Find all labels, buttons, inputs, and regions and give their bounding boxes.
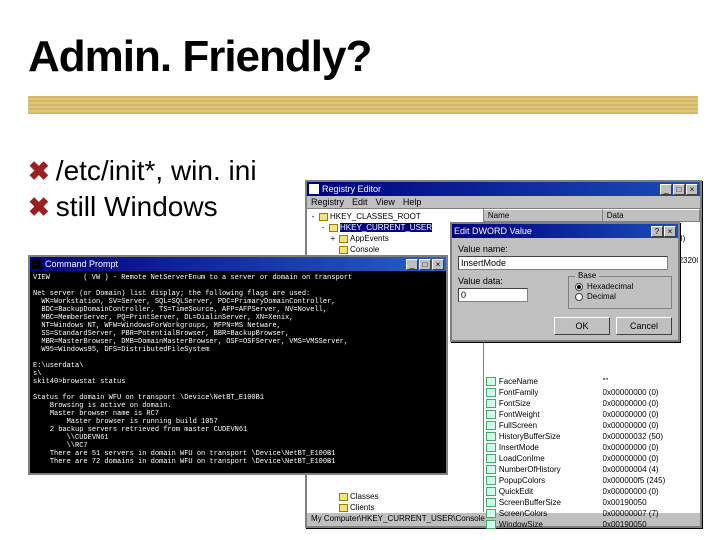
registry-menubar[interactable]: Registry Edit View Help: [307, 196, 700, 209]
dialog-title: Edit DWORD Value: [454, 226, 532, 236]
cmd-icon: [32, 259, 42, 269]
close-button[interactable]: ×: [432, 259, 444, 270]
menu-registry[interactable]: Registry: [311, 197, 344, 207]
value-name-label: Value name:: [458, 244, 672, 254]
cancel-button[interactable]: Cancel: [616, 317, 672, 335]
value-row[interactable]: ScreenBufferSize0x00190050: [484, 497, 700, 508]
minimize-button[interactable]: _: [406, 259, 418, 270]
list-header[interactable]: Name Data: [484, 209, 700, 222]
value-data-input[interactable]: 0: [458, 288, 528, 302]
cmd-titlebar[interactable]: Command Prompt _ □ ×: [30, 257, 446, 271]
col-data[interactable]: Data: [603, 209, 700, 221]
radio-dot-icon: [575, 293, 583, 301]
value-row[interactable]: QuickEdit0x00000000 (0): [484, 486, 700, 497]
app-icon: [309, 184, 319, 194]
value-row[interactable]: HistoryBufferSize0x00000032 (50): [484, 431, 700, 442]
maximize-button[interactable]: □: [673, 184, 685, 195]
bullet-item: ✖ /etc/init*, win. ini: [28, 155, 257, 187]
bullet-text: /etc/init*, win. ini: [56, 155, 257, 187]
menu-help[interactable]: Help: [403, 197, 422, 207]
value-row[interactable]: FullScreen0x00000000 (0): [484, 420, 700, 431]
menu-view[interactable]: View: [376, 197, 395, 207]
close-button[interactable]: ×: [686, 184, 698, 195]
value-row[interactable]: PopupColors0x000000f5 (245): [484, 475, 700, 486]
menu-edit[interactable]: Edit: [352, 197, 368, 207]
value-row[interactable]: WindowSize0x00190050: [484, 519, 700, 530]
tree-node[interactable]: Clients: [309, 502, 481, 512]
title-underline: [28, 96, 698, 114]
cmd-title: Command Prompt: [45, 259, 118, 269]
base-group: Base Hexadecimal Decimal: [568, 276, 672, 309]
value-row[interactable]: InsertMode0x00000000 (0): [484, 442, 700, 453]
radio-hexadecimal[interactable]: Hexadecimal: [575, 282, 665, 291]
bullet-item: ✖ still Windows: [28, 191, 257, 223]
col-name[interactable]: Name: [484, 209, 603, 221]
tree-node[interactable]: -HKEY_CLASSES_ROOT: [309, 211, 481, 222]
ok-button[interactable]: OK: [554, 317, 610, 335]
value-row[interactable]: FontWeight0x00000000 (0): [484, 409, 700, 420]
dialog-titlebar[interactable]: Edit DWORD Value ? ×: [452, 224, 678, 238]
value-row[interactable]: FontFamily0x00000000 (0): [484, 387, 700, 398]
value-row[interactable]: ScreenColors0x00000007 (7): [484, 508, 700, 519]
edit-dword-dialog[interactable]: Edit DWORD Value ? × Value name: InsertM…: [450, 222, 680, 342]
value-data-label: Value data:: [458, 276, 562, 286]
value-row[interactable]: LoadConIme0x00000000 (0): [484, 453, 700, 464]
window-title: Registry Editor: [322, 184, 381, 194]
tree-node[interactable]: Classes: [309, 491, 481, 502]
value-row[interactable]: FaceName"": [484, 376, 700, 387]
dialog-close-button[interactable]: ×: [664, 226, 676, 237]
registry-titlebar[interactable]: Registry Editor _ □ ×: [307, 182, 700, 196]
radio-decimal[interactable]: Decimal: [575, 292, 665, 301]
dialog-help-button[interactable]: ?: [651, 226, 663, 237]
bullet-list: ✖ /etc/init*, win. ini ✖ still Windows: [28, 155, 257, 227]
radio-dot-icon: [575, 283, 583, 291]
command-prompt-window[interactable]: Command Prompt _ □ × VIEW ( VW ) - Remot…: [28, 255, 448, 475]
base-group-title: Base: [575, 271, 599, 280]
minimize-button[interactable]: _: [660, 184, 672, 195]
value-row[interactable]: FontSize0x00000000 (0): [484, 398, 700, 409]
maximize-button[interactable]: □: [419, 259, 431, 270]
slide-title: Admin. Friendly?: [28, 32, 371, 82]
cmd-output[interactable]: VIEW ( VW ) - Remote NetServerEnum to a …: [30, 271, 446, 473]
value-name-input[interactable]: InsertMode: [458, 256, 668, 270]
bullet-icon: ✖: [28, 156, 50, 187]
bullet-text: still Windows: [56, 191, 218, 223]
value-row[interactable]: NumberOfHistory0x00000004 (4): [484, 464, 700, 475]
bullet-icon: ✖: [28, 192, 50, 223]
